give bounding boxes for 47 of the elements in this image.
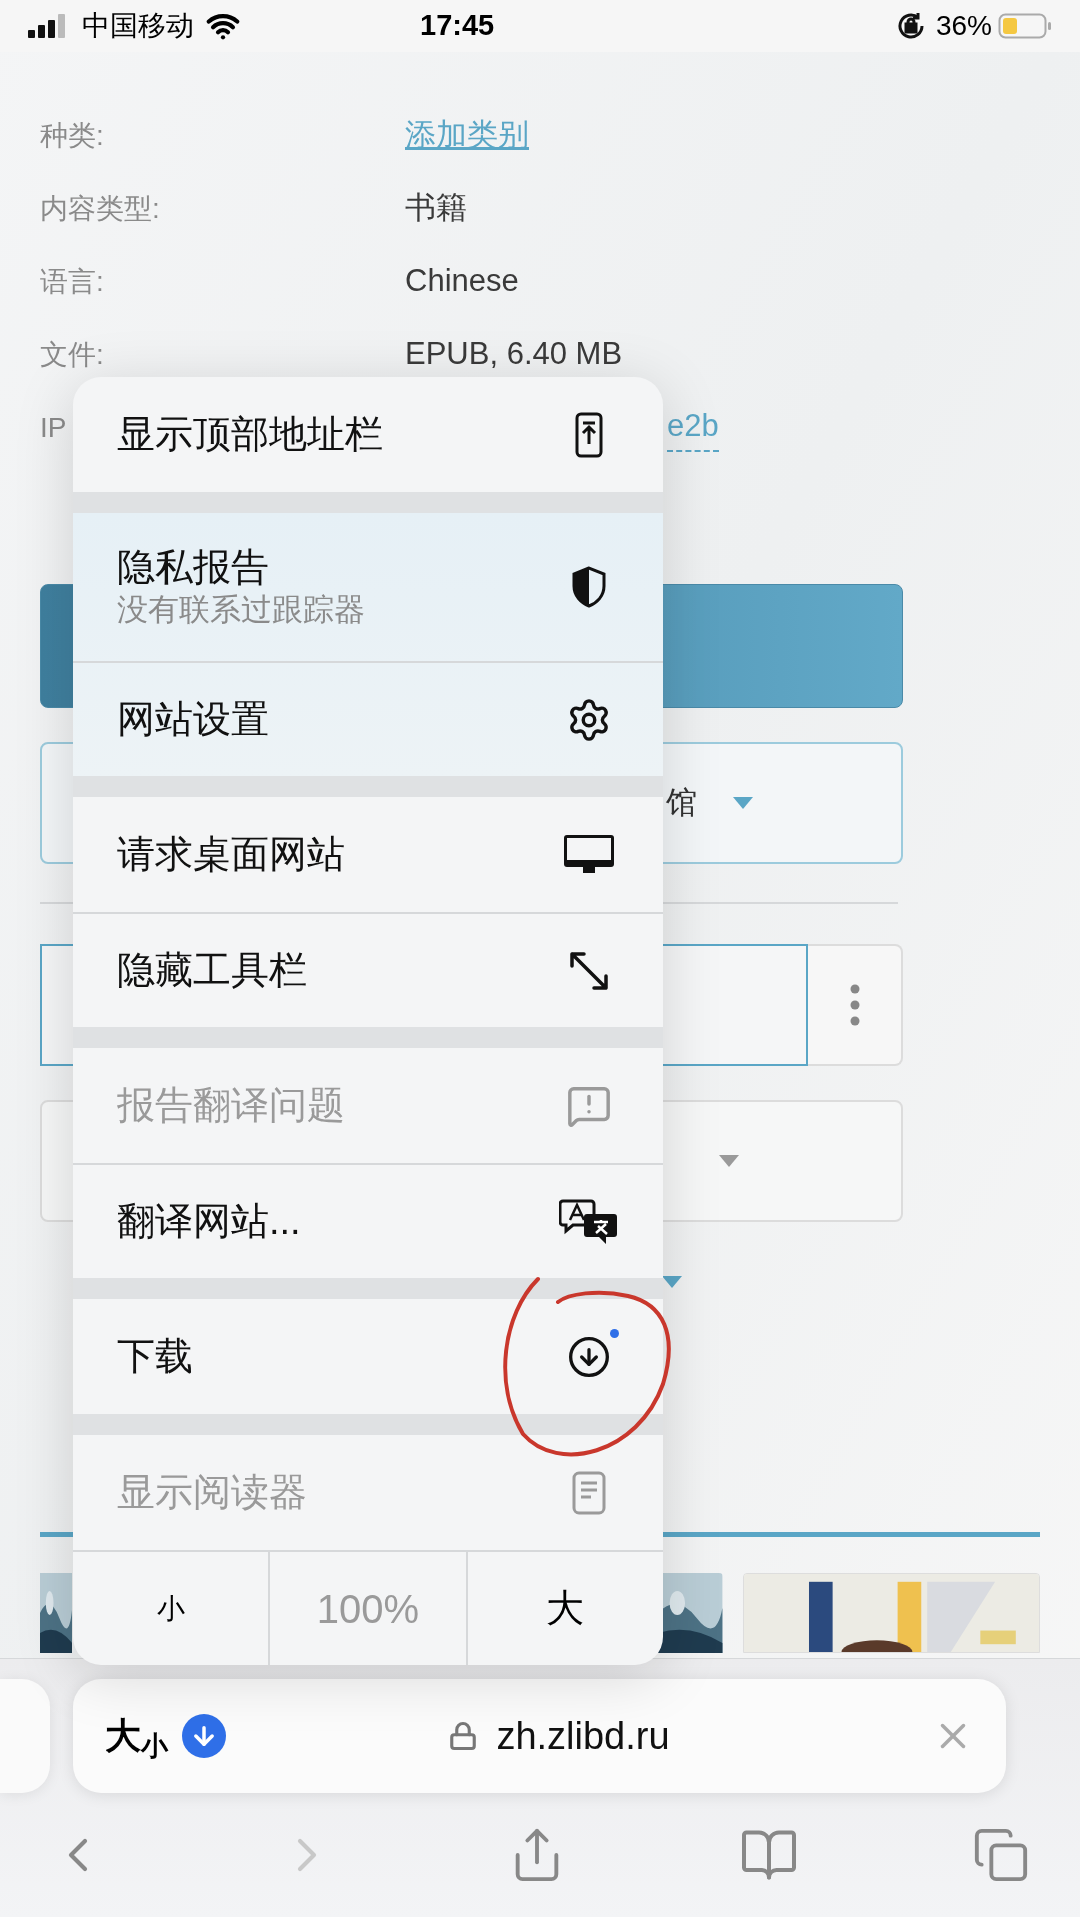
caret-icon bbox=[719, 1155, 739, 1167]
url-text: zh.zlibd.ru bbox=[496, 1713, 670, 1759]
menu-item[interactable]: 隐私报告 没有联系过跟踪器 bbox=[73, 513, 663, 661]
menu-item[interactable]: 显示顶部地址栏 bbox=[73, 377, 663, 492]
tabs-icon[interactable] bbox=[972, 1826, 1030, 1884]
menu-item-label: 网站设置 bbox=[117, 696, 269, 742]
battery-icon bbox=[998, 13, 1052, 39]
carrier-name: 中国移动 bbox=[82, 9, 194, 43]
menu-item-label: 报告翻译问题 bbox=[117, 1082, 345, 1128]
menu-item[interactable]: 翻译网站... bbox=[73, 1163, 663, 1278]
menu-item-label: 显示阅读器 bbox=[117, 1469, 307, 1515]
reader-size-button[interactable]: 大$_{小}$ bbox=[105, 1709, 168, 1763]
download-icon bbox=[567, 1334, 611, 1379]
menu-item[interactable]: 请求桌面网站 bbox=[73, 797, 663, 912]
document-icon bbox=[572, 1470, 606, 1515]
caret-icon bbox=[662, 1276, 682, 1288]
detail-label: 文件: bbox=[40, 338, 104, 370]
menu-item-label: 显示顶部地址栏 bbox=[117, 411, 383, 457]
battery-percent: 36% bbox=[935, 9, 992, 43]
monitor-icon bbox=[563, 833, 615, 876]
detail-label: 语言: bbox=[40, 265, 104, 297]
menu-item-label: 隐藏工具栏 bbox=[117, 947, 307, 993]
rotation-lock-icon bbox=[895, 11, 926, 41]
clock-time: 17:45 bbox=[420, 8, 495, 44]
menu-item-label: 翻译网站... bbox=[117, 1198, 301, 1244]
menu-item[interactable]: 网站设置 bbox=[73, 661, 663, 776]
menu-item-label: 隐私报告 bbox=[117, 544, 270, 590]
menu-item-label: 下载 bbox=[117, 1333, 193, 1379]
detail-value: 书籍 bbox=[405, 189, 467, 228]
more-icon bbox=[849, 984, 860, 1026]
shield-icon bbox=[571, 566, 607, 608]
menu-item[interactable]: 下载 bbox=[73, 1299, 663, 1414]
detail-label: IP bbox=[40, 411, 67, 443]
detail-label: 种类: bbox=[40, 119, 104, 151]
menu-item[interactable]: 隐藏工具栏 bbox=[73, 912, 663, 1027]
signal-icon bbox=[28, 14, 68, 38]
expand-arrows-icon bbox=[568, 949, 610, 992]
menu-item-label: 请求桌面网站 bbox=[117, 831, 345, 877]
detail-value: Chinese bbox=[405, 262, 519, 301]
lock-icon bbox=[448, 1721, 479, 1751]
zoom-button[interactable]: 小 bbox=[73, 1552, 269, 1665]
address-bar[interactable]: 大$_{小}$ zh.zlibd.ru bbox=[73, 1679, 1006, 1793]
caret-icon bbox=[733, 797, 753, 809]
translate-icon bbox=[559, 1197, 619, 1246]
detail-label: 内容类型: bbox=[40, 192, 160, 224]
menu-item-subtitle: 没有联系过跟踪器 bbox=[117, 591, 365, 630]
detail-value: EPUB, 6.40 MB bbox=[405, 335, 623, 374]
